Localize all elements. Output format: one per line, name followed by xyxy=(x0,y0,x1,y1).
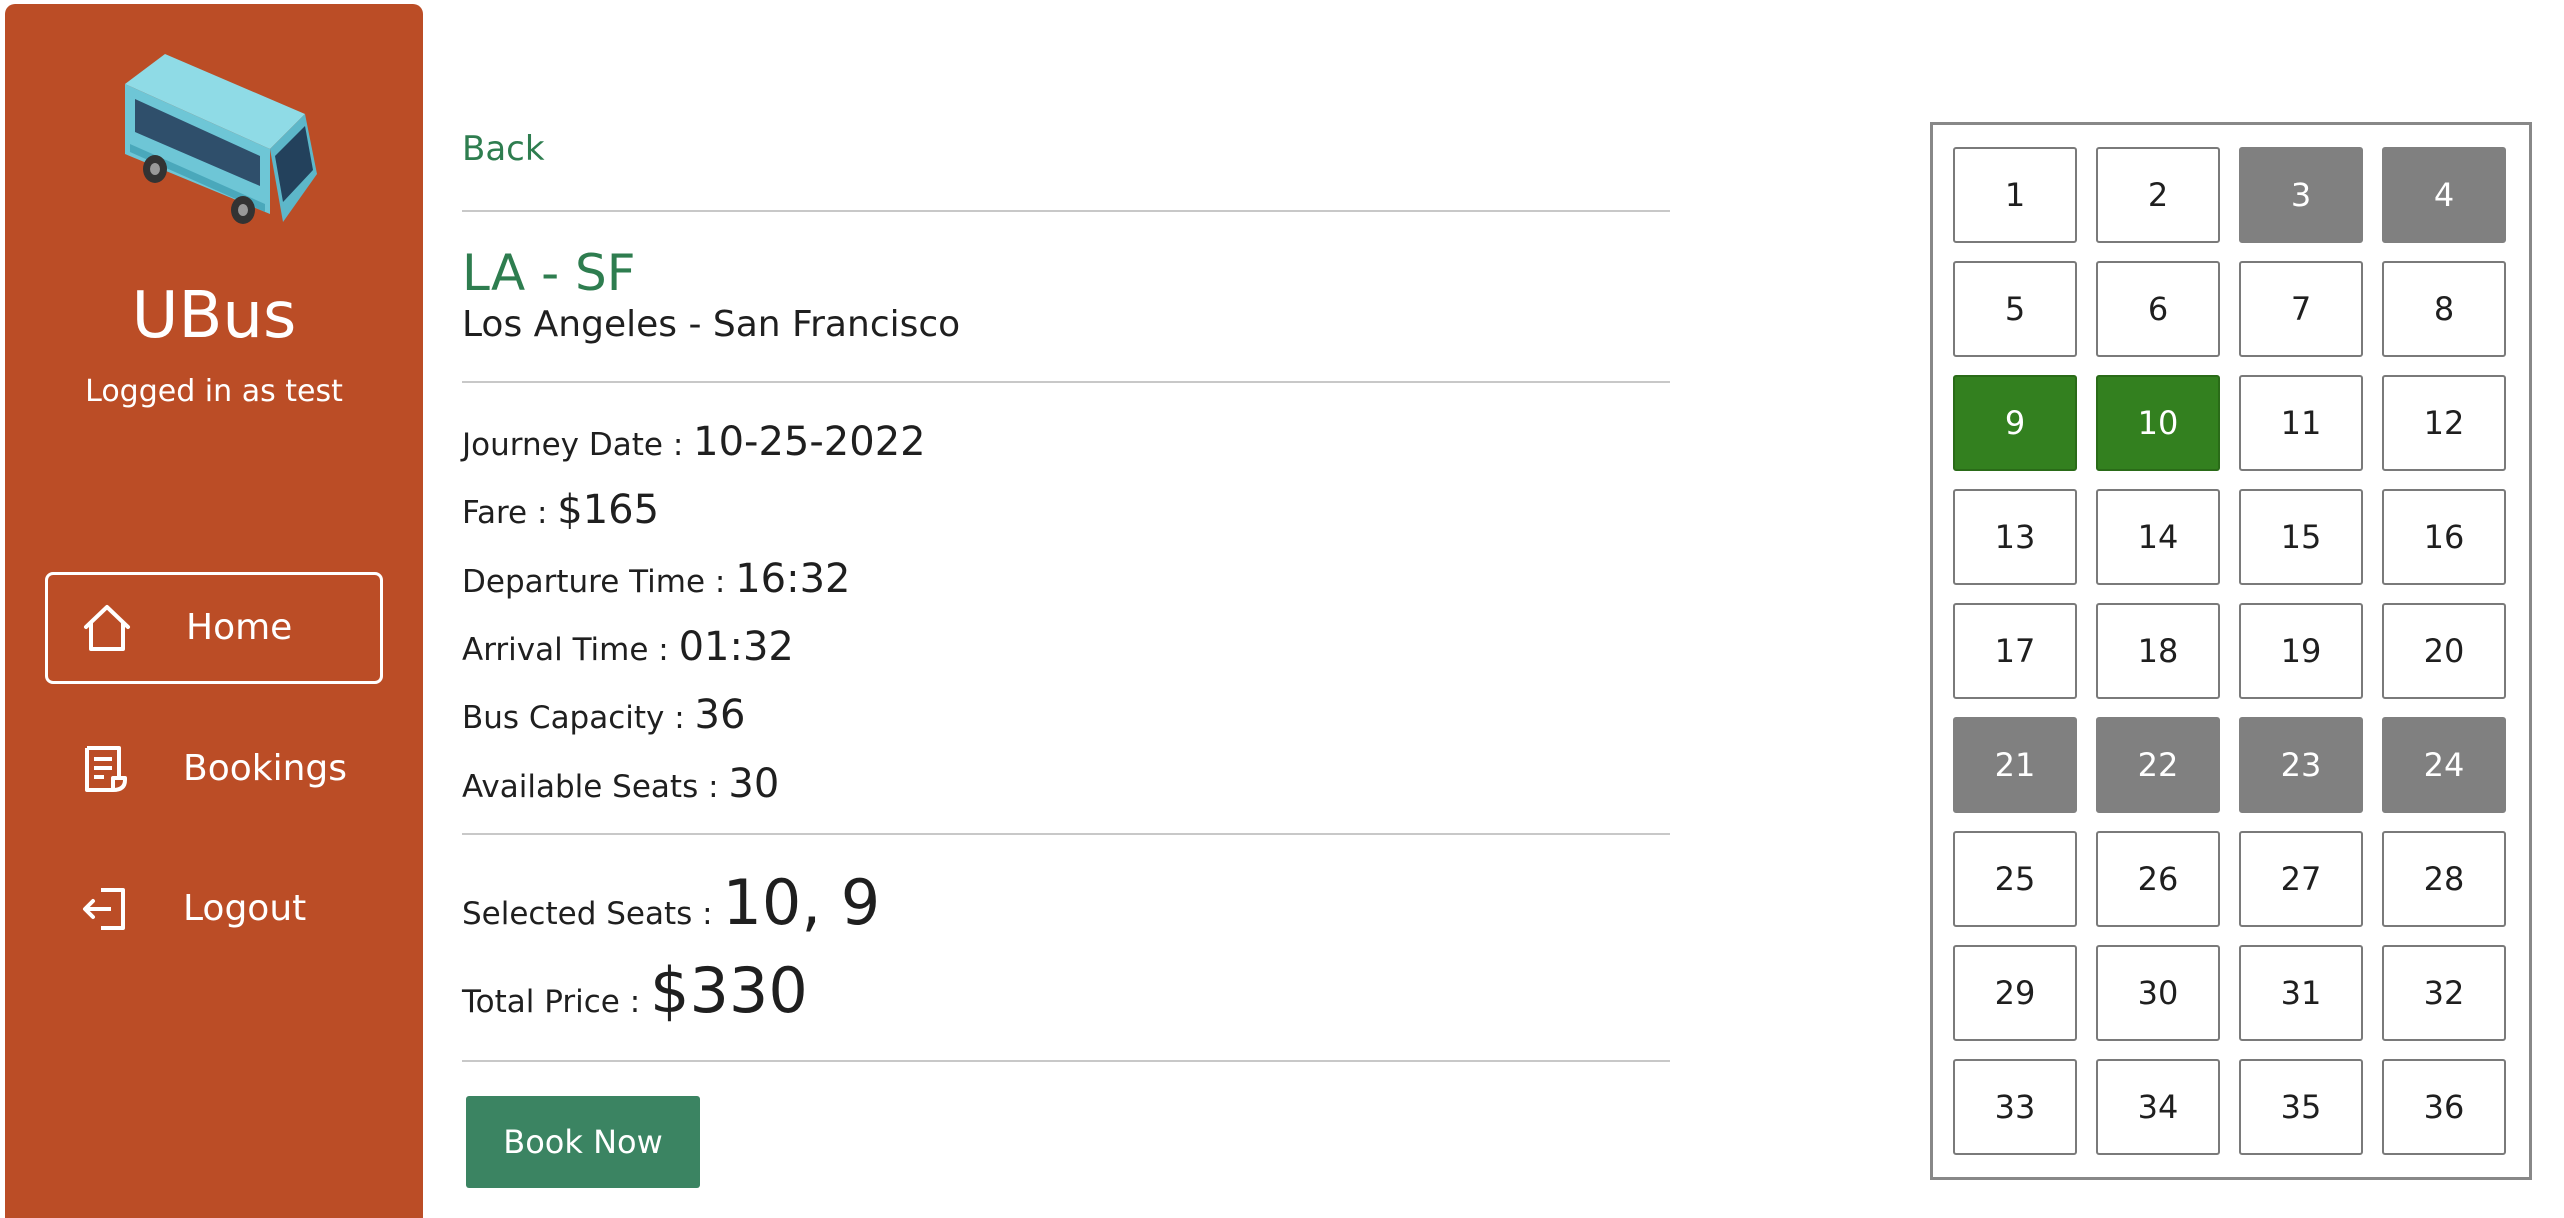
seat-31[interactable]: 31 xyxy=(2239,945,2363,1041)
sidebar-item-label: Logout xyxy=(183,888,307,929)
home-icon xyxy=(84,605,130,651)
seat-8[interactable]: 8 xyxy=(2382,261,2506,357)
seat-34[interactable]: 34 xyxy=(2096,1059,2220,1155)
summary-label: Total Price : xyxy=(462,984,651,1020)
info-label: Fare : xyxy=(462,495,558,531)
sidebar-item-logout[interactable]: Logout xyxy=(45,856,383,968)
divider xyxy=(462,1060,1670,1062)
info-label: Available Seats : xyxy=(462,769,729,805)
seat-1[interactable]: 1 xyxy=(1953,147,2077,243)
seat-20[interactable]: 20 xyxy=(2382,603,2506,699)
seat-4: 4 xyxy=(2382,147,2506,243)
seat-6[interactable]: 6 xyxy=(2096,261,2220,357)
info-label: Journey Date : xyxy=(462,427,694,463)
seat-25[interactable]: 25 xyxy=(1953,831,2077,927)
seat-3: 3 xyxy=(2239,147,2363,243)
sidebar-item-label: Bookings xyxy=(183,748,348,789)
seat-27[interactable]: 27 xyxy=(2239,831,2363,927)
back-link[interactable]: Back xyxy=(462,124,545,174)
info-label: Arrival Time : xyxy=(462,632,679,668)
seat-10[interactable]: 10 xyxy=(2096,375,2220,471)
bus-logo-icon xyxy=(125,54,317,224)
sidebar-item-bookings[interactable]: Bookings xyxy=(45,716,383,828)
info-value: 16:32 xyxy=(735,556,851,602)
seat-33[interactable]: 33 xyxy=(1953,1059,2077,1155)
seat-15[interactable]: 15 xyxy=(2239,489,2363,585)
receipt-icon xyxy=(85,746,127,792)
divider xyxy=(462,381,1670,383)
seat-19[interactable]: 19 xyxy=(2239,603,2363,699)
selected-seats-summary: Selected Seats : 10, 9 xyxy=(462,866,880,939)
seat-29[interactable]: 29 xyxy=(1953,945,2077,1041)
seat-2[interactable]: 2 xyxy=(2096,147,2220,243)
sidebar: UBus Logged in as test Home Bookings Log… xyxy=(5,4,423,1218)
route-code: LA - SF xyxy=(462,244,636,302)
seat-35[interactable]: 35 xyxy=(2239,1059,2363,1155)
info-value: 36 xyxy=(694,692,746,738)
logged-in-label: Logged in as test xyxy=(85,374,343,409)
seat-7[interactable]: 7 xyxy=(2239,261,2363,357)
summary-label: Selected Seats : xyxy=(462,896,723,932)
seat-17[interactable]: 17 xyxy=(1953,603,2077,699)
sidebar-item-home[interactable]: Home xyxy=(45,572,383,684)
info-label: Bus Capacity : xyxy=(462,700,695,736)
seat-28[interactable]: 28 xyxy=(2382,831,2506,927)
summary-value: $330 xyxy=(650,954,808,1027)
seat-13[interactable]: 13 xyxy=(1953,489,2077,585)
sidebar-item-label: Home xyxy=(186,607,293,648)
seat-21: 21 xyxy=(1953,717,2077,813)
app-name: UBus xyxy=(131,279,297,353)
info-value: 10-25-2022 xyxy=(693,419,926,465)
seat-18[interactable]: 18 xyxy=(2096,603,2220,699)
seat-map: 1 2 3 4 5 6 7 8 9 10 11 12 13 14 15 16 17 18 19 20 21 22 23 24 2… xyxy=(1930,122,2532,1180)
seat-14[interactable]: 14 xyxy=(2096,489,2220,585)
info-journey-date: Journey Date : 10-25-2022 xyxy=(462,414,926,473)
logout-icon xyxy=(83,888,125,930)
book-now-button[interactable]: Book Now xyxy=(466,1096,700,1188)
seat-12[interactable]: 12 xyxy=(2382,375,2506,471)
seat-11[interactable]: 11 xyxy=(2239,375,2363,471)
seat-26[interactable]: 26 xyxy=(2096,831,2220,927)
seat-5[interactable]: 5 xyxy=(1953,261,2077,357)
info-label: Departure Time : xyxy=(462,564,736,600)
seat-36[interactable]: 36 xyxy=(2382,1059,2506,1155)
route-name: Los Angeles - San Francisco xyxy=(462,304,961,345)
info-value: $165 xyxy=(557,487,660,533)
seat-32[interactable]: 32 xyxy=(2382,945,2506,1041)
summary-value: 10, 9 xyxy=(722,866,881,939)
info-bus-capacity: Bus Capacity : 36 xyxy=(462,687,745,746)
divider xyxy=(462,833,1670,835)
info-arrival-time: Arrival Time : 01:32 xyxy=(462,619,794,678)
total-price-summary: Total Price : $330 xyxy=(462,954,808,1027)
seat-16[interactable]: 16 xyxy=(2382,489,2506,585)
divider xyxy=(462,210,1670,212)
info-fare: Fare : $165 xyxy=(462,482,659,541)
info-departure-time: Departure Time : 16:32 xyxy=(462,551,850,610)
seat-23: 23 xyxy=(2239,717,2363,813)
seat-grid: 1 2 3 4 5 6 7 8 9 10 11 12 13 14 15 16 17 18 19 20 21 22 23 24 2… xyxy=(1953,147,2506,1155)
info-value: 01:32 xyxy=(678,624,794,670)
trip-details: Back LA - SF Los Angeles - San Francisco… xyxy=(462,0,1672,1214)
seat-30[interactable]: 30 xyxy=(2096,945,2220,1041)
seat-22: 22 xyxy=(2096,717,2220,813)
info-available-seats: Available Seats : 30 xyxy=(462,756,779,815)
info-value: 30 xyxy=(728,761,780,807)
seat-9[interactable]: 9 xyxy=(1953,375,2077,471)
seat-24: 24 xyxy=(2382,717,2506,813)
